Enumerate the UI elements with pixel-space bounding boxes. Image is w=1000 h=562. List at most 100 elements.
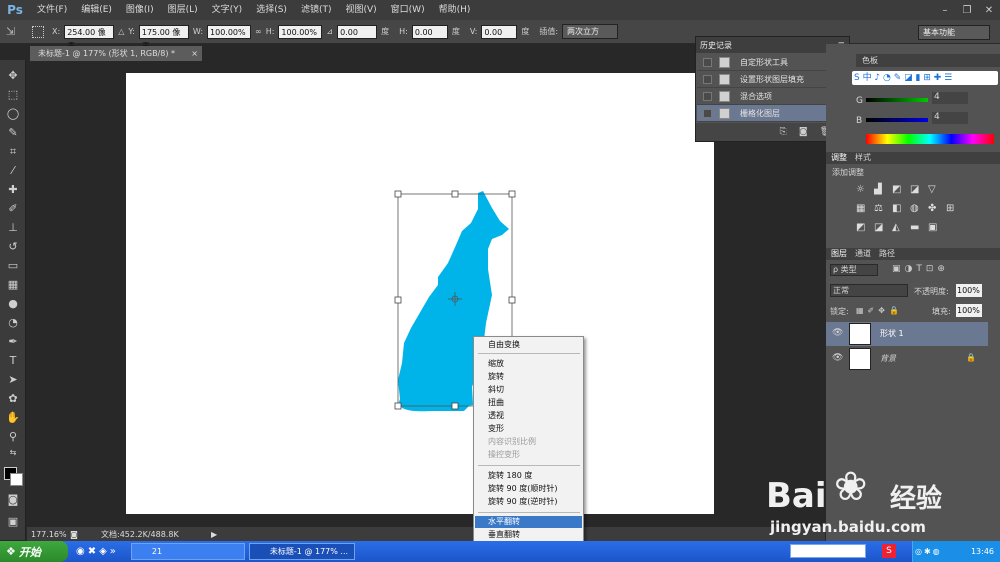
paths-tab[interactable]: 路径	[879, 248, 895, 260]
x-field[interactable]: 254.00 像素	[64, 24, 115, 51]
menu-item-rotate-180[interactable]: 旋转 180 度	[475, 470, 582, 482]
snapshot-icon[interactable]: ◙	[799, 127, 808, 137]
menu-item-scale[interactable]: 缩放	[475, 358, 582, 370]
menu-type[interactable]: 文字(Y)	[205, 0, 250, 20]
dodge-tool-icon[interactable]: ◔	[0, 313, 26, 332]
layer-filter-select[interactable]: ρ 类型	[830, 264, 878, 276]
angle-field[interactable]: 0.00	[337, 24, 378, 39]
menu-help[interactable]: 帮助(H)	[432, 0, 478, 20]
menu-filter[interactable]: 滤镜(T)	[294, 0, 339, 20]
menu-item-warp[interactable]: 变形	[475, 423, 582, 435]
zoom-level[interactable]: 177.16%	[27, 530, 67, 539]
channel-mixer-icon[interactable]: ✤	[928, 203, 946, 214]
invert-icon[interactable]: ◩	[856, 222, 874, 233]
tray-icons[interactable]: ◎✱◍	[913, 541, 942, 562]
brush-tool-icon[interactable]: ✐	[0, 199, 26, 218]
posterize-icon[interactable]: ◪	[874, 222, 892, 233]
marquee-tool-icon[interactable]: ⬚	[0, 85, 26, 104]
swap-colors-icon[interactable]: ⇆	[0, 446, 26, 458]
photo-filter-icon[interactable]: ◍	[910, 203, 928, 214]
adjustments-tab[interactable]: 调整	[831, 152, 847, 164]
swatches-tab[interactable]: 色板	[856, 54, 1000, 67]
taskbar-photoshop[interactable]: 未标题-1 @ 177% ...	[248, 543, 355, 560]
zoom-tool-icon[interactable]: ⚲	[0, 427, 26, 446]
exposure-icon[interactable]: ◪	[910, 184, 928, 195]
curves-icon[interactable]: ◩	[892, 184, 910, 195]
blur-tool-icon[interactable]: ●	[0, 294, 26, 313]
menu-item-rotate-90-cw[interactable]: 旋转 90 度(顺时针)	[475, 483, 582, 495]
hand-tool-icon[interactable]: ✋	[0, 408, 26, 427]
threshold-icon[interactable]: ◭	[892, 222, 910, 233]
channels-tab[interactable]: 通道	[855, 248, 871, 260]
taskbar-folder[interactable]: 21	[130, 543, 245, 560]
link-icon[interactable]: ∞	[255, 27, 262, 36]
color-lookup-icon[interactable]: ⊞	[946, 203, 964, 214]
stamp-tool-icon[interactable]: ⊥	[0, 218, 26, 237]
g-value[interactable]: 4	[932, 92, 968, 104]
type-tool-icon[interactable]: T	[0, 351, 26, 370]
quick-mask-icon[interactable]: ◙	[0, 490, 26, 509]
status-icon[interactable]: ◙	[67, 530, 81, 539]
restore-icon[interactable]: ❐	[956, 3, 978, 17]
opacity-field[interactable]: 100%	[956, 284, 982, 297]
bw-icon[interactable]: ◧	[892, 203, 910, 214]
vskew-field[interactable]: 0.00	[481, 24, 518, 39]
history-brush-tool-icon[interactable]: ↺	[0, 237, 26, 256]
gradient-map-icon[interactable]: ▬	[910, 222, 928, 233]
menu-item-rotate-90-ccw[interactable]: 旋转 90 度(逆时针)	[475, 496, 582, 508]
visibility-eye-icon[interactable]: 👁	[832, 353, 843, 363]
layer-thumbnail[interactable]	[849, 348, 871, 370]
y-field[interactable]: 175.00 像素	[138, 24, 189, 51]
menu-item-perspective[interactable]: 透视	[475, 410, 582, 422]
menu-item-distort[interactable]: 扭曲	[475, 397, 582, 409]
transform-handle-bl[interactable]	[394, 402, 402, 410]
healing-tool-icon[interactable]: ✚	[0, 180, 26, 199]
transform-handle-mr[interactable]	[508, 296, 516, 304]
close-icon[interactable]: ✕	[978, 3, 1000, 17]
g-slider[interactable]	[866, 98, 928, 102]
transform-handle-ml[interactable]	[394, 296, 402, 304]
transform-handle-bc[interactable]	[451, 402, 459, 410]
b-slider[interactable]	[866, 118, 928, 122]
sogou-tray-icon[interactable]: S	[882, 544, 896, 558]
layer-filter-icons[interactable]: ▣◑T⊡⊕	[892, 264, 949, 274]
history-panel-title[interactable]: 历史记录	[696, 40, 732, 51]
transform-tool-icon[interactable]: ⇲	[6, 25, 28, 38]
menu-item-flip-horizontal[interactable]: 水平翻转	[475, 516, 582, 528]
taskbar-search-box[interactable]	[790, 544, 866, 558]
transform-handle-tr[interactable]	[508, 190, 516, 198]
menu-layer[interactable]: 图层(L)	[161, 0, 205, 20]
layers-tab[interactable]: 图层	[831, 248, 847, 260]
blend-mode-select[interactable]: 正常	[830, 284, 908, 297]
document-tab-close-icon[interactable]: ×	[191, 46, 198, 61]
start-button[interactable]: ❖ 开始	[0, 541, 68, 562]
quicklaunch-icons[interactable]: ◉✖◈»	[76, 546, 119, 557]
status-menu-icon[interactable]: ▶	[211, 530, 217, 539]
menu-item-rotate[interactable]: 旋转	[475, 371, 582, 383]
hskew-field[interactable]: 0.00	[411, 24, 448, 39]
selective-color-icon[interactable]: ▣	[928, 222, 946, 233]
menu-window[interactable]: 窗口(W)	[384, 0, 432, 20]
levels-icon[interactable]: ▟	[874, 184, 892, 195]
pen-tool-icon[interactable]: ✒	[0, 332, 26, 351]
transform-handle-tc[interactable]	[451, 190, 459, 198]
w-field[interactable]: 100.00%	[207, 24, 252, 39]
eyedropper-tool-icon[interactable]: ⁄	[0, 161, 26, 180]
layer-row-background[interactable]: 👁 背景 🔒	[826, 347, 988, 371]
transform-handle-tl[interactable]	[394, 190, 402, 198]
minimize-icon[interactable]: –	[934, 3, 956, 17]
lock-icons[interactable]: ▦✐✥🔒	[856, 306, 903, 315]
h-field[interactable]: 100.00%	[278, 24, 323, 39]
styles-tab[interactable]: 样式	[855, 152, 871, 164]
layer-name[interactable]: 背景	[880, 353, 896, 364]
layer-thumbnail[interactable]	[849, 323, 871, 345]
new-document-from-state-icon[interactable]: ⎘	[780, 127, 787, 137]
menu-edit[interactable]: 编辑(E)	[74, 0, 119, 20]
screen-mode-icon[interactable]: ▣	[0, 512, 26, 531]
shape-tool-icon[interactable]: ✿	[0, 389, 26, 408]
b-value[interactable]: 4	[932, 112, 968, 124]
menu-item-flip-vertical[interactable]: 垂直翻转	[475, 529, 582, 541]
eraser-tool-icon[interactable]: ▭	[0, 256, 26, 275]
brightness-icon[interactable]: ☼	[856, 184, 874, 195]
vibrance-icon[interactable]: ▽	[928, 184, 946, 195]
